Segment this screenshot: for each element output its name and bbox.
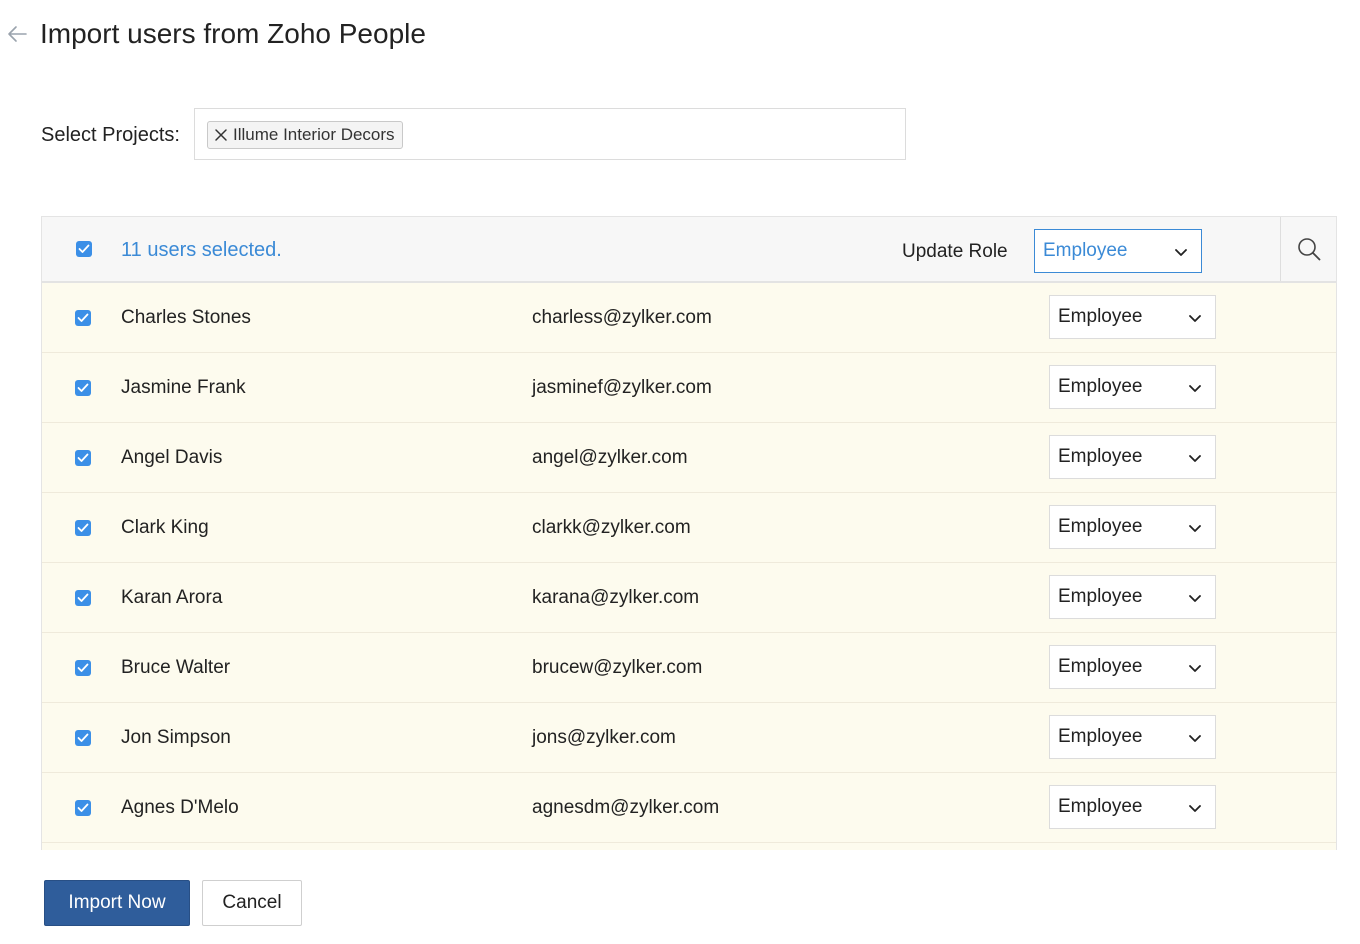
table-row: Clark King clarkk@zylker.com Employee — [42, 493, 1336, 563]
table-row: Agnes D'Melo agnesdm@zylker.com Employee — [42, 773, 1336, 843]
chevron-down-icon — [1189, 665, 1201, 672]
role-dropdown[interactable]: Employee — [1049, 505, 1216, 549]
project-chip: Illume Interior Decors — [207, 121, 403, 149]
checkmark-icon — [77, 383, 89, 392]
chevron-down-icon — [1189, 385, 1201, 392]
search-cell — [1280, 217, 1336, 281]
chevron-down-icon — [1189, 735, 1201, 742]
row-checkbox[interactable] — [75, 310, 91, 326]
row-checkbox[interactable] — [75, 590, 91, 606]
role-value: Employee — [1058, 586, 1143, 607]
select-all-checkbox[interactable] — [76, 241, 92, 257]
user-name: Bruce Walter — [121, 657, 231, 678]
role-dropdown[interactable]: Employee — [1049, 715, 1216, 759]
chevron-down-icon — [1189, 595, 1201, 602]
row-checkbox[interactable] — [75, 660, 91, 676]
user-email: agnesdm@zylker.com — [532, 797, 720, 818]
search-icon[interactable] — [1297, 237, 1321, 261]
user-name: Charles Stones — [121, 307, 251, 328]
role-value: Employee — [1058, 446, 1143, 467]
table-header: 11 users selected. Update Role Employee — [42, 217, 1336, 283]
checkmark-icon — [77, 523, 89, 532]
table-row: Bruce Walter brucew@zylker.com Employee — [42, 633, 1336, 703]
table-row: Angel Davis angel@zylker.com Employee — [42, 423, 1336, 493]
role-dropdown[interactable]: Employee — [1049, 645, 1216, 689]
role-value: Employee — [1058, 656, 1143, 677]
user-name: Clark King — [121, 517, 209, 538]
import-now-button[interactable]: Import Now — [44, 880, 190, 926]
user-name: Jon Simpson — [121, 727, 231, 748]
user-email: angel@zylker.com — [532, 447, 688, 468]
select-projects-label: Select Projects: — [41, 124, 180, 146]
update-role-label: Update Role — [902, 241, 1008, 262]
bulk-role-dropdown[interactable]: Employee — [1034, 229, 1202, 273]
role-dropdown[interactable]: Employee — [1049, 295, 1216, 339]
user-email: jasminef@zylker.com — [532, 377, 712, 398]
role-value: Employee — [1058, 726, 1143, 747]
role-value: Employee — [1058, 516, 1143, 537]
cancel-button[interactable]: Cancel — [202, 880, 302, 926]
back-arrow-icon[interactable] — [6, 24, 28, 44]
role-dropdown[interactable]: Employee — [1049, 785, 1216, 829]
user-email: jons@zylker.com — [532, 727, 676, 748]
checkmark-icon — [77, 803, 89, 812]
role-dropdown[interactable]: Employee — [1049, 575, 1216, 619]
role-value: Employee — [1058, 796, 1143, 817]
user-name: Angel Davis — [121, 447, 223, 468]
selected-count: 11 users selected. — [121, 239, 282, 261]
row-checkbox[interactable] — [75, 730, 91, 746]
user-email: clarkk@zylker.com — [532, 517, 691, 538]
row-checkbox[interactable] — [75, 450, 91, 466]
role-value: Employee — [1058, 376, 1143, 397]
role-value: Employee — [1058, 306, 1143, 327]
checkmark-icon — [77, 663, 89, 672]
table-row: Charles Stones charless@zylker.com Emplo… — [42, 283, 1336, 353]
user-name: Karan Arora — [121, 587, 223, 608]
project-select-input[interactable]: Illume Interior Decors — [194, 108, 906, 160]
checkmark-icon — [77, 733, 89, 742]
checkmark-icon — [77, 593, 89, 602]
users-table: 11 users selected. Update Role Employee … — [41, 216, 1337, 850]
table-body: Charles Stones charless@zylker.com Emplo… — [42, 283, 1336, 843]
checkmark-icon — [78, 244, 90, 253]
bulk-role-value: Employee — [1043, 240, 1128, 261]
user-name: Agnes D'Melo — [121, 797, 239, 818]
role-dropdown[interactable]: Employee — [1049, 365, 1216, 409]
checkmark-icon — [77, 313, 89, 322]
close-icon[interactable] — [214, 128, 228, 142]
user-email: brucew@zylker.com — [532, 657, 703, 678]
row-checkbox[interactable] — [75, 800, 91, 816]
user-email: karana@zylker.com — [532, 587, 700, 608]
user-name: Jasmine Frank — [121, 377, 246, 398]
chevron-down-icon — [1189, 805, 1201, 812]
project-chip-label: Illume Interior Decors — [233, 125, 395, 144]
table-row: Karan Arora karana@zylker.com Employee — [42, 563, 1336, 633]
chevron-down-icon — [1175, 249, 1187, 256]
table-row: Jasmine Frank jasminef@zylker.com Employ… — [42, 353, 1336, 423]
chevron-down-icon — [1189, 315, 1201, 322]
row-checkbox[interactable] — [75, 380, 91, 396]
row-checkbox[interactable] — [75, 520, 91, 536]
chevron-down-icon — [1189, 525, 1201, 532]
role-dropdown[interactable]: Employee — [1049, 435, 1216, 479]
chevron-down-icon — [1189, 455, 1201, 462]
checkmark-icon — [77, 453, 89, 462]
table-row: Jon Simpson jons@zylker.com Employee — [42, 703, 1336, 773]
page-title: Import users from Zoho People — [40, 18, 426, 49]
user-email: charless@zylker.com — [532, 307, 712, 328]
